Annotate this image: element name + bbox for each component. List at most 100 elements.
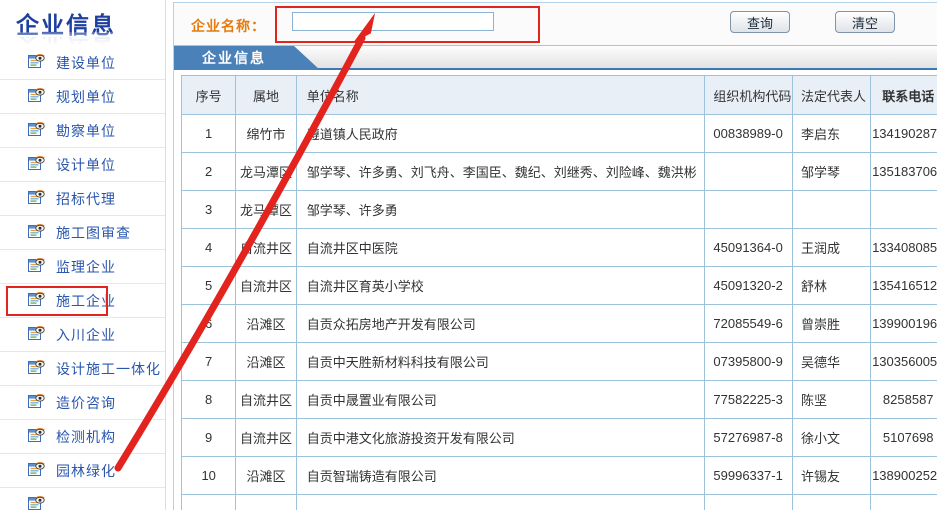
table-row: 6沿滩区自贡众拓房地产开发有限公司72085549-6曾崇胜1399001964 — [182, 305, 937, 343]
document-eye-icon — [28, 52, 45, 74]
sidebar-item-13[interactable]: 园林绿化 — [0, 454, 165, 488]
table-cell: 8258587 — [871, 381, 937, 419]
sidebar-item-3[interactable]: 勘察单位 — [0, 114, 165, 148]
query-button[interactable]: 查询 — [730, 11, 790, 33]
table-cell: 45091320-2 — [705, 267, 793, 305]
sidebar-item-12[interactable]: 检测机构 — [0, 420, 165, 454]
table-cell: 1 — [182, 115, 236, 153]
table-cell: 自流井区 — [236, 419, 296, 457]
sidebar-item-7[interactable]: 监理企业 — [0, 250, 165, 284]
table-cell: 59996337-1 — [705, 457, 793, 495]
document-eye-icon — [28, 188, 45, 210]
sidebar-item-label: 入川企业 — [56, 325, 116, 345]
table-cell: 自流井区 — [236, 381, 296, 419]
table-cell: 曾崇胜 — [792, 305, 871, 343]
table-row: 4自流井区自流井区中医院45091364-0王润成1334080852 — [182, 229, 937, 267]
tab-bar: 企业信息 — [174, 46, 937, 70]
column-header: 序号 — [182, 76, 236, 115]
app-title: 企业信息 企业信息 — [0, 0, 165, 46]
table-cell: 自流井区育英小学校 — [296, 267, 705, 305]
table-cell: 邹学琴、许多勇、刘飞舟、李国臣、魏纪、刘继秀、刘险峰、魏洪彬 — [296, 153, 705, 191]
sidebar-item-1[interactable]: 建设单位 — [0, 46, 165, 80]
table-cell: 00838989-0 — [705, 115, 793, 153]
table-cell: 王润成 — [792, 229, 871, 267]
document-eye-icon — [28, 154, 45, 176]
document-eye-icon — [28, 392, 45, 414]
table-cell: 许锡友 — [792, 457, 871, 495]
sidebar-item-6[interactable]: 施工图审查 — [0, 216, 165, 250]
table-cell: 72085549-6 — [705, 305, 793, 343]
tab-company-info[interactable]: 企业信息 — [174, 46, 320, 70]
sidebar-menu: 建设单位 规划单位 勘察单位 设计单位 招标代理 — [0, 46, 165, 510]
sidebar-item-label: 园林绿化 — [56, 461, 116, 481]
table-cell — [792, 191, 871, 229]
document-eye-icon — [28, 460, 45, 482]
table-row: 3龙马潭区邹学琴、许多勇 — [182, 191, 937, 229]
table-cell — [705, 153, 793, 191]
table-row: 10沿滩区自贡智瑞铸造有限公司59996337-1许锡友1389002525 — [182, 457, 937, 495]
table-cell: 1351837068 — [871, 153, 937, 191]
content-area: 企业名称： 查询 清空 企业信息 序号属地单位名称组织机构代码法定代表人联系电话… — [173, 2, 937, 510]
table-cell: 沿滩区 — [236, 457, 296, 495]
table-cell: 1334080852 — [871, 229, 937, 267]
table-cell: 1354165122 — [871, 267, 937, 305]
column-header: 联系电话 — [871, 76, 937, 115]
table-cell: 自贡中天胜新材料科技有限公司 — [296, 343, 705, 381]
column-header: 单位名称 — [296, 76, 705, 115]
column-header: 属地 — [236, 76, 296, 115]
table-cell — [296, 495, 705, 510]
sidebar-item-label: 施工企业 — [56, 291, 116, 311]
table-cell: 自流井区 — [236, 267, 296, 305]
sidebar-item-9[interactable]: 入川企业 — [0, 318, 165, 352]
document-eye-icon — [28, 256, 45, 278]
table-cell: 4 — [182, 229, 236, 267]
sidebar-item-label: 勘察单位 — [56, 121, 116, 141]
table-cell — [871, 191, 937, 229]
column-header: 法定代表人 — [792, 76, 871, 115]
sidebar-item-10[interactable]: 设计施工一体化 — [0, 352, 165, 386]
document-eye-icon — [28, 290, 45, 312]
sidebar-item-label: 监理企业 — [56, 257, 116, 277]
table-cell: 沿滩区 — [236, 343, 296, 381]
table-cell: 绵竹市 — [236, 115, 296, 153]
sidebar-item-label: 招标代理 — [56, 189, 116, 209]
company-name-input[interactable] — [292, 12, 494, 31]
table-cell: 舒林 — [792, 267, 871, 305]
sidebar-item-4[interactable]: 设计单位 — [0, 148, 165, 182]
table-row: 5自流井区自流井区育英小学校45091320-2舒林1354165122 — [182, 267, 937, 305]
table-cell: 自贡智瑞铸造有限公司 — [296, 457, 705, 495]
table-wrap: 序号属地单位名称组织机构代码法定代表人联系电话 1绵竹市遵道镇人民政府00838… — [181, 75, 937, 510]
sidebar-item-11[interactable]: 造价咨询 — [0, 386, 165, 420]
sidebar-item-2[interactable]: 规划单位 — [0, 80, 165, 114]
table-cell: 自贡中晟置业有限公司 — [296, 381, 705, 419]
table-cell — [182, 495, 236, 510]
table-cell: 自贡众拓房地产开发有限公司 — [296, 305, 705, 343]
table-row: 9自流井区自贡中港文化旅游投资开发有限公司57276987-8徐小文510769… — [182, 419, 937, 457]
table-cell: 吴德华 — [792, 343, 871, 381]
document-eye-icon — [28, 86, 45, 108]
app-title-text: 企业信息 — [16, 6, 165, 40]
table-cell — [705, 495, 793, 510]
table-cell: 5 — [182, 267, 236, 305]
search-bar: 企业名称： 查询 清空 — [174, 3, 937, 46]
document-eye-icon — [28, 324, 45, 346]
table-cell: 自贡中港文化旅游投资开发有限公司 — [296, 419, 705, 457]
table-cell: 1389002525 — [871, 457, 937, 495]
company-table: 序号属地单位名称组织机构代码法定代表人联系电话 1绵竹市遵道镇人民政府00838… — [181, 75, 937, 510]
table-cell — [792, 495, 871, 510]
app-title-reflection: 企业信息 — [16, 37, 165, 46]
document-eye-icon — [28, 120, 45, 142]
sidebar-item-14 — [0, 488, 165, 510]
clear-button[interactable]: 清空 — [835, 11, 895, 33]
table-row: 8自流井区自贡中晟置业有限公司77582225-3陈坚8258587 — [182, 381, 937, 419]
table-row — [182, 495, 937, 510]
table-cell — [705, 191, 793, 229]
table-row: 1绵竹市遵道镇人民政府00838989-0李启东1341902879 — [182, 115, 937, 153]
table-cell: 遵道镇人民政府 — [296, 115, 705, 153]
table-cell: 沿滩区 — [236, 305, 296, 343]
sidebar-item-5[interactable]: 招标代理 — [0, 182, 165, 216]
table-cell: 徐小文 — [792, 419, 871, 457]
table-row: 2龙马潭区邹学琴、许多勇、刘飞舟、李国臣、魏纪、刘继秀、刘险峰、魏洪彬邹学琴13… — [182, 153, 937, 191]
sidebar-item-8[interactable]: 施工企业 — [0, 284, 165, 318]
table-cell: 龙马潭区 — [236, 191, 296, 229]
